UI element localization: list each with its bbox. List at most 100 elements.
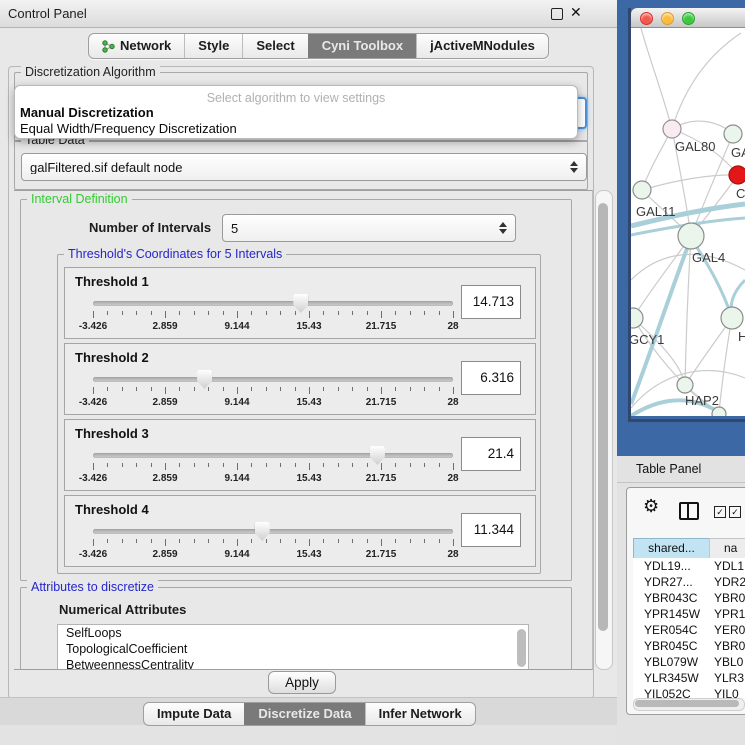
table-row[interactable]: YIL052CYIL0 [633,686,745,698]
mac-minimize-icon[interactable] [661,12,674,25]
table-body[interactable]: YDL19...YDL1YDR27...YDR2YBR043CYBR0YPR14… [633,558,745,698]
network-icon [102,40,115,53]
float-window-icon[interactable] [551,8,563,20]
slider-tick [323,463,324,467]
column-header-shared-name[interactable]: shared... [633,538,710,559]
panel-scrollbar[interactable] [595,190,613,670]
network-node-label: GAL80 [675,139,715,154]
columns-icon[interactable] [679,502,699,520]
checkbox-icon[interactable]: ✓ [714,506,726,518]
slider-tick [223,539,224,543]
slider-tick [93,311,94,318]
slider-tick [280,539,281,543]
tab-impute-data[interactable]: Impute Data [144,703,244,725]
slider-tick [280,463,281,467]
slider-tick [381,463,382,470]
slider-tick-label: 2.859 [152,549,177,560]
slider-tick [424,463,425,467]
table-row[interactable]: YER054CYER0 [633,622,745,638]
tab-infer-network[interactable]: Infer Network [365,703,475,725]
slider-track[interactable] [93,301,453,306]
threshold-label: Threshold 4 [75,502,149,517]
slider-tick [237,311,238,318]
slider-tick [237,387,238,394]
slider-handle[interactable] [370,446,385,465]
slider-tick [295,311,296,315]
table-row[interactable]: YBR045CYBR0 [633,638,745,654]
attribute-list-item[interactable]: SelfLoops [58,625,528,641]
threshold-value-field[interactable]: 6.316 [461,361,521,395]
popup-option[interactable]: Manual Discretization [20,105,154,120]
slider-tick [179,463,180,467]
slider-tick [410,387,411,391]
threshold-value-field[interactable]: 14.713 [461,285,521,319]
slider-handle[interactable] [255,522,270,541]
slider-tick [381,539,382,546]
panel-scrollbar-thumb[interactable] [598,203,608,631]
table-horizontal-scrollbar[interactable] [633,698,745,711]
table-row[interactable]: YDR27...YDR2 [633,574,745,590]
network-node-h[interactable] [721,307,743,329]
slider-tick [424,539,425,543]
column-header-name[interactable]: na [709,538,745,559]
table-row[interactable]: YBR043CYBR0 [633,590,745,606]
network-node-hap2[interactable] [677,377,693,393]
checkbox-icon[interactable]: ✓ [729,506,741,518]
network-node-ga[interactable] [724,125,742,143]
slider-tick [223,463,224,467]
gear-icon[interactable]: ⚙ [643,496,659,517]
slider-tick [323,387,324,391]
table-row[interactable]: YLR345WYLR3 [633,670,745,686]
numerical-attributes-list[interactable]: SelfLoopsTopologicalCoefficientBetweenne… [57,624,529,670]
mac-zoom-icon[interactable] [682,12,695,25]
attribute-list-item[interactable]: TopologicalCoefficient [58,641,528,657]
slider-track[interactable] [93,453,453,458]
network-canvas[interactable]: GAL80GACGAL11GAL4GCY1HHAP2 [631,28,745,416]
slider-tick [338,311,339,315]
tab-cyni-toolbox[interactable]: Cyni Toolbox [308,34,416,58]
table-scrollbar-thumb[interactable] [635,700,739,707]
close-icon[interactable]: ✕ [570,4,582,21]
slider-tick [439,387,440,391]
slider-tick [338,539,339,543]
network-node-c[interactable] [729,166,745,184]
network-node[interactable] [712,407,726,416]
table-row[interactable]: YBL079WYBL0 [633,654,745,670]
slider-tick [410,463,411,467]
slider-tick-label: 15.43 [296,549,321,560]
slider-tick-label: 9.144 [224,473,249,484]
attribute-list-item[interactable]: BetweennessCentrality [58,657,528,670]
threshold-value-field[interactable]: 11.344 [461,513,521,547]
table-row[interactable]: YDL19...YDL1 [633,558,745,574]
network-node-gal4[interactable] [678,223,704,249]
slider-tick [165,311,166,318]
tab-jactivemnodules[interactable]: jActiveMNodules [416,34,548,58]
slider-track[interactable] [93,529,453,534]
tab-network[interactable]: Network [89,34,184,58]
attributes-group: Attributes to discretize Numerical Attri… [20,587,572,670]
slider-tick [136,387,137,391]
threshold-value-field[interactable]: 21.4 [461,437,521,471]
tab-select[interactable]: Select [242,34,307,58]
network-window-titlebar [631,8,745,28]
slider-handle[interactable] [197,370,212,389]
popup-option[interactable]: Equal Width/Frequency Discretization [20,121,237,136]
tab-style[interactable]: Style [184,34,242,58]
thresholds-group-label: Threshold's Coordinates for 5 Intervals [64,247,286,261]
network-node-label: GCY1 [631,332,664,347]
slider-track[interactable] [93,377,453,382]
apply-button[interactable]: Apply [268,671,336,694]
slider-tick-label: 15.43 [296,321,321,332]
slider-tick [367,539,368,543]
table-data-combobox[interactable]: galFiltered.sif default node [21,153,587,181]
list-scrollbar[interactable] [517,629,526,667]
network-node-gal11[interactable] [633,181,651,199]
table-row[interactable]: YPR145WYPR1 [633,606,745,622]
slider-tick [424,311,425,315]
settings-scroll-area: Interval Definition Number of Intervals … [14,190,593,670]
mac-close-icon[interactable] [640,12,653,25]
network-node-gal80[interactable] [663,120,681,138]
slider-tick [367,387,368,391]
tab-discretize-data[interactable]: Discretize Data [244,703,364,725]
number-of-intervals-combobox[interactable]: 5 [222,214,516,242]
